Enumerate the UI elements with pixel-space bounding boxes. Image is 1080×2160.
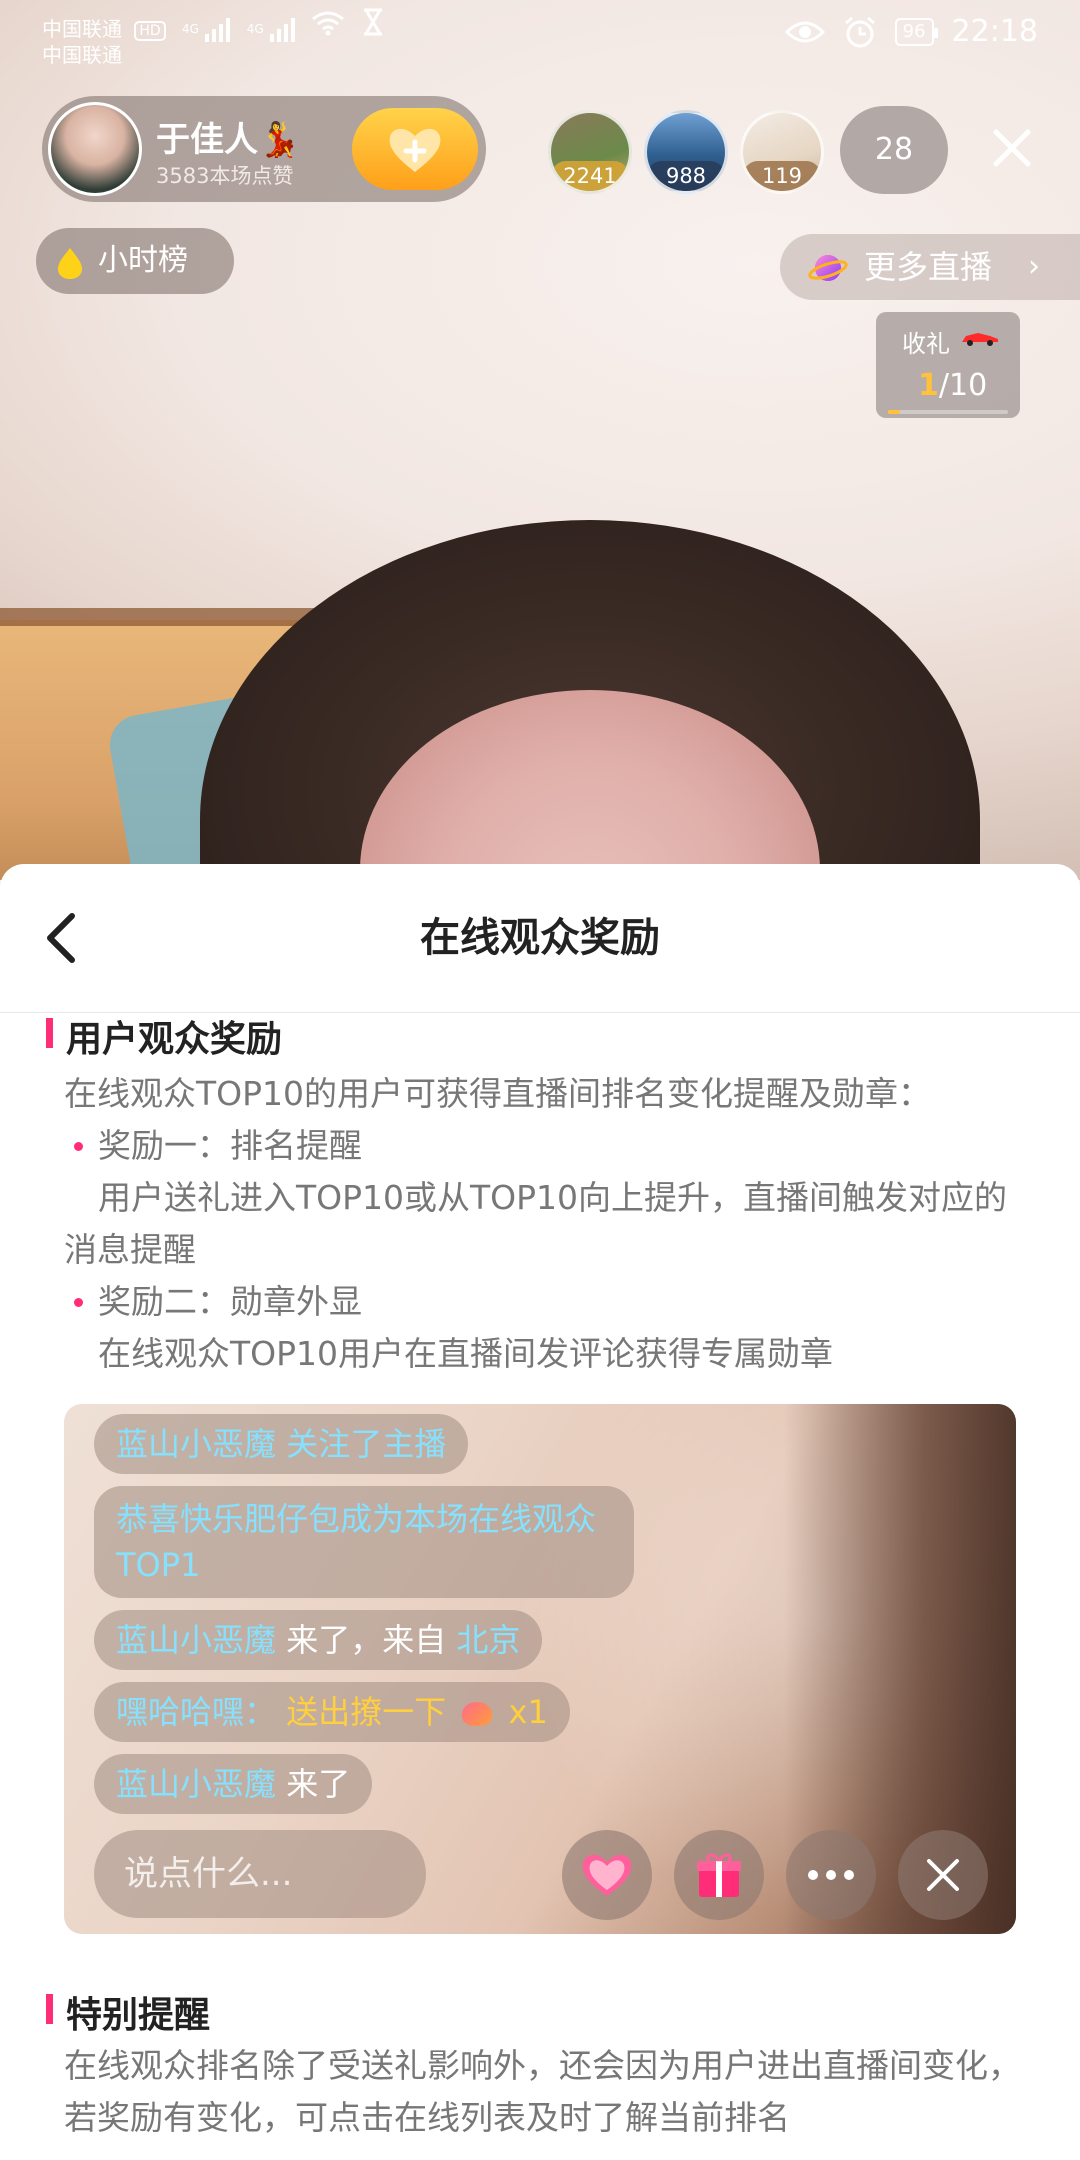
comment-input-preview: 说点什么... [94,1830,426,1918]
section-title-special-notice: 特别提醒 [46,1986,210,2038]
status-bar: 中国联通 HD 4G 4G 中国联通 96 22:18 [0,0,1080,70]
more-live-label: 更多直播 [864,248,993,286]
viewer-contribution-badge: 988 [647,161,725,191]
battery-indicator: 96 [894,17,938,46]
close-button-preview [898,1830,988,1920]
rewards-intro-text: 在线观众TOP10的用户可获得直播间排名变化提醒及勋章： [64,1074,932,1113]
carrier-name-1: 中国联通 [42,17,122,41]
sheet-title: 在线观众奖励 [420,915,660,961]
viewer-contribution-badge: 119 [743,161,821,191]
reward-preview-image: 蓝山小恶魔 关注了主播 恭喜快乐肥仔包成为本场在线观众TOP1 蓝山小恶魔 来了… [64,1404,1016,1934]
chat-message-gift: 嘿哈哈嘿： 送出撩一下 x1 [94,1682,570,1742]
reward-1-title: 奖励一：排名提醒 [74,1120,362,1172]
carrier-info: 中国联通 HD 4G 4G 中国联通 [42,8,384,68]
follow-button[interactable] [352,108,478,190]
chevron-right-icon: › [1028,249,1040,284]
reward-sheet: 在线观众奖励 用户观众奖励 在线观众TOP10的用户可获得直播间排名变化提醒及勋… [0,864,1080,2160]
gift-goal-progress-bar [888,410,1008,414]
heart-plus-icon [389,128,441,172]
wifi-icon [311,10,345,42]
host-card[interactable]: 于佳人💃 3583本场点赞 [42,96,486,202]
sheet-header: 在线观众奖励 [0,864,1080,1013]
chat-message: 蓝山小恶魔 关注了主播 [94,1414,469,1474]
gift-icon [462,1702,493,1726]
heart-icon [582,1854,632,1896]
host-like-count: 3583本场点赞 [156,164,294,188]
reward-2-title: 奖励二：勋章外显 [74,1276,362,1328]
close-icon [927,1859,959,1891]
chat-message: 蓝山小恶魔 来了，来自 北京 [94,1610,543,1670]
reward-1-description: 用户送礼进入TOP10或从TOP10向上提升，直播间触发对应的消息提醒 [64,1178,1008,1269]
gift-goal-label: 收礼 [902,330,950,358]
back-arrow-icon[interactable] [40,910,84,966]
close-icon[interactable] [990,126,1034,170]
flame-icon [58,248,82,279]
clock-time: 22:18 [951,14,1038,49]
gift-box-icon [697,1853,741,1897]
hourly-rank-label: 小时榜 [98,243,188,278]
section-title-viewer-rewards: 用户观众奖励 [46,1010,282,1062]
hd-icon: HD [134,20,166,41]
top-viewer-avatar[interactable]: 988 [644,110,728,194]
status-right: 96 22:18 [784,14,1038,49]
signal-icon-1: 4G [182,16,231,42]
host-name: 于佳人💃 [156,120,301,160]
more-live-button[interactable]: 更多直播 › [780,234,1080,300]
carrier-name-2: 中国联通 [42,43,122,67]
chat-message: 蓝山小恶魔 来了 [94,1754,373,1814]
eye-icon [784,21,825,42]
hourly-rank-button[interactable]: 小时榜 [36,228,234,294]
gift-goal-widget[interactable]: 收礼 1/10 [876,312,1020,418]
hourglass-icon [362,8,384,42]
signal-icon-2: 4G [247,16,295,42]
more-dots-icon [808,1870,854,1880]
viewer-contribution-badge: 2241 [551,161,629,191]
gift-button-preview [674,1830,764,1920]
gift-goal-progress-text: 1/10 [918,368,988,403]
like-button-preview [562,1830,652,1920]
alarm-icon [844,16,875,47]
reward-2-description: 在线观众TOP10用户在直播间发评论获得专属勋章 [98,1334,834,1373]
planet-icon [808,255,848,281]
special-notice-text: 在线观众排名除了受送礼影响外，还会因为用户进出直播间变化，若奖励有变化，可点击在… [64,2046,1021,2137]
top-viewer-avatar[interactable]: 119 [740,110,824,194]
host-avatar[interactable] [48,102,142,196]
chat-message-top1: 恭喜快乐肥仔包成为本场在线观众TOP1 [94,1486,634,1598]
more-button-preview [786,1830,876,1920]
viewer-count-button[interactable]: 28 [840,106,948,194]
top-viewer-avatar[interactable]: 2241 [548,110,632,194]
sports-car-icon [962,333,998,346]
